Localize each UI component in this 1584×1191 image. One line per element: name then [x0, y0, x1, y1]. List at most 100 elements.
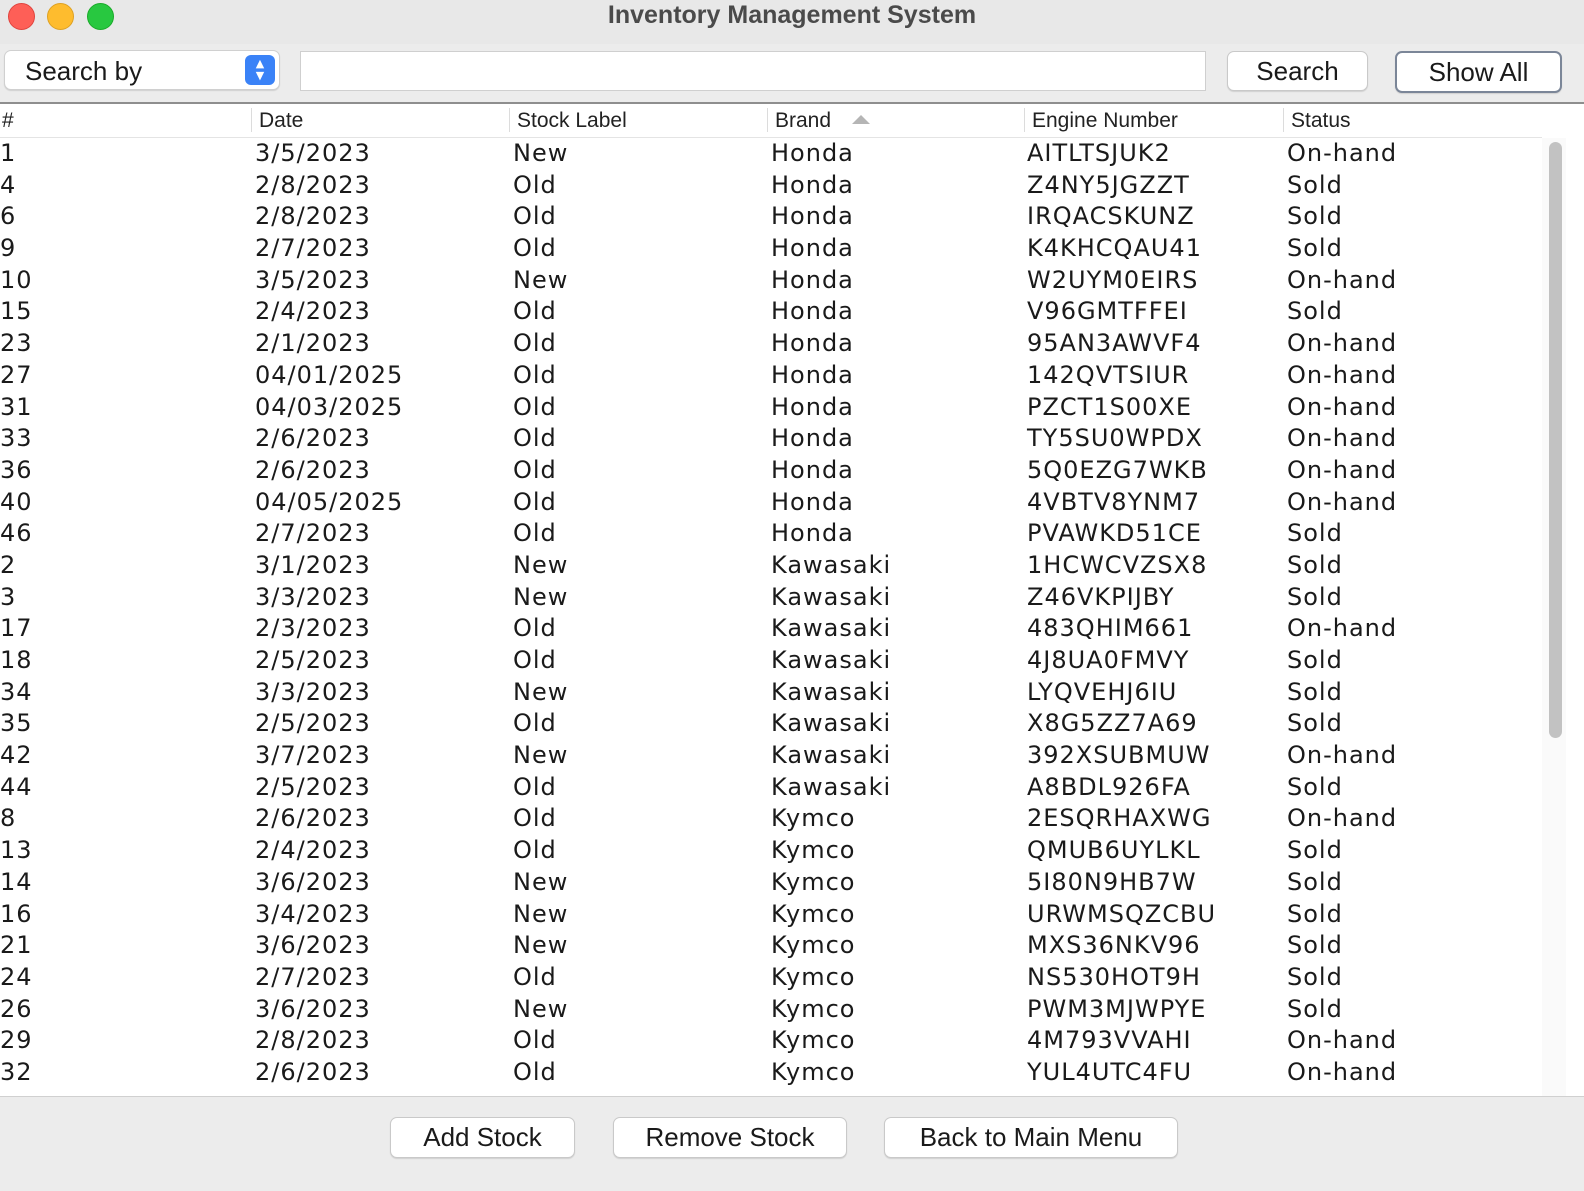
vertical-scrollbar[interactable]: [1542, 138, 1566, 1098]
cell-number: 9: [0, 234, 17, 263]
cell-stock-label: New: [513, 582, 569, 611]
table-row[interactable]: 18 2/5/2023 Old Kawasaki 4J8UA0FMVY Sold: [0, 645, 1542, 677]
table-row[interactable]: 14 3/6/2023 New Kymco 5I80N9HB7W Sold: [0, 867, 1542, 899]
table-row[interactable]: 3 3/3/2023 New Kawasaki Z46VKPIJBY Sold: [0, 582, 1542, 614]
search-button[interactable]: Search: [1227, 51, 1368, 91]
cell-stock-label: Old: [513, 487, 557, 516]
cell-brand: Kymco: [771, 962, 856, 991]
cell-brand: Kawasaki: [771, 709, 892, 738]
table-row[interactable]: 36 2/6/2023 Old Honda 5Q0EZG7WKB On-hand: [0, 455, 1542, 487]
cell-status: Sold: [1287, 202, 1343, 231]
cell-date: 2/5/2023: [255, 772, 371, 801]
add-stock-button[interactable]: Add Stock: [390, 1117, 575, 1158]
cell-engine-number: K4KHCQAU41: [1027, 234, 1202, 263]
remove-stock-button[interactable]: Remove Stock: [613, 1117, 847, 1158]
table-row[interactable]: 29 2/8/2023 Old Kymco 4M793VVAHI On-hand: [0, 1025, 1542, 1057]
table-row[interactable]: 6 2/8/2023 Old Honda IRQACSKUNZ Sold: [0, 201, 1542, 233]
cell-number: 8: [0, 804, 17, 833]
cell-brand: Kawasaki: [771, 646, 892, 674]
cell-status: On-hand: [1287, 424, 1398, 453]
title-bar: Inventory Management System: [0, 0, 1584, 45]
column-divider[interactable]: [1283, 108, 1284, 132]
cell-number: 24: [0, 962, 33, 991]
table-row[interactable]: 10 3/5/2023 New Honda W2UYM0EIRS On-hand: [0, 265, 1542, 297]
show-all-button[interactable]: Show All: [1395, 51, 1562, 93]
cell-stock-label: Old: [513, 170, 557, 199]
cell-brand: Kawasaki: [771, 677, 892, 706]
table-row[interactable]: 13 2/4/2023 Old Kymco QMUB6UYLKL Sold: [0, 835, 1542, 867]
table-row[interactable]: 35 2/5/2023 Old Kawasaki X8G5ZZ7A69 Sold: [0, 708, 1542, 740]
cell-status: On-hand: [1287, 265, 1398, 294]
scrollbar-thumb[interactable]: [1549, 142, 1562, 738]
table-row[interactable]: 40 04/05/2025 Old Honda 4VBTV8YNM7 On-hand: [0, 487, 1542, 519]
cell-status: On-hand: [1287, 360, 1398, 389]
cell-engine-number: V96GMTFFEI: [1027, 297, 1188, 326]
table-row[interactable]: 26 3/6/2023 New Kymco PWM3MJWPYE Sold: [0, 994, 1542, 1026]
table-row[interactable]: 24 2/7/2023 Old Kymco NS530HOT9H Sold: [0, 962, 1542, 994]
search-input[interactable]: [300, 51, 1206, 91]
cell-stock-label: Old: [513, 1057, 557, 1086]
cell-engine-number: 392XSUBMUW: [1027, 741, 1211, 770]
cell-number: 17: [0, 614, 33, 643]
column-header-date[interactable]: Date: [257, 104, 303, 137]
cell-date: 2/6/2023: [255, 804, 371, 833]
table-row[interactable]: 31 04/03/2025 Old Honda PZCT1S00XE On-hand: [0, 392, 1542, 424]
cell-engine-number: 4VBTV8YNM7: [1027, 487, 1201, 516]
search-by-dropdown[interactable]: Search by ▲ ▼: [4, 50, 280, 90]
cell-number: 35: [0, 709, 33, 738]
cell-status: On-hand: [1287, 487, 1398, 516]
column-header-number[interactable]: #: [0, 104, 14, 137]
table-row[interactable]: 15 2/4/2023 Old Honda V96GMTFFEI Sold: [0, 296, 1542, 328]
table-row[interactable]: 34 3/3/2023 New Kawasaki LYQVEHJ6IU Sold: [0, 677, 1542, 709]
table-row[interactable]: 33 2/6/2023 Old Honda TY5SU0WPDX On-hand: [0, 423, 1542, 455]
cell-engine-number: TY5SU0WPDX: [1027, 424, 1203, 453]
cell-status: Sold: [1287, 519, 1343, 548]
table-row[interactable]: 46 2/7/2023 Old Honda PVAWKD51CE Sold: [0, 518, 1542, 550]
cell-number: 4: [0, 170, 17, 199]
column-header-brand[interactable]: Brand: [773, 104, 831, 137]
cell-date: 04/01/2025: [255, 360, 404, 389]
table-row[interactable]: 9 2/7/2023 Old Honda K4KHCQAU41 Sold: [0, 233, 1542, 265]
column-divider[interactable]: [509, 108, 510, 132]
column-header-engine-number[interactable]: Engine Number: [1030, 104, 1178, 137]
cell-engine-number: X8G5ZZ7A69: [1027, 709, 1198, 738]
cell-number: 16: [0, 899, 33, 928]
cell-status: On-hand: [1287, 614, 1398, 643]
cell-date: 2/6/2023: [255, 424, 371, 453]
cell-number: 6: [0, 202, 17, 231]
table-row[interactable]: 8 2/6/2023 Old Kymco 2ESQRHAXWG On-hand: [0, 803, 1542, 835]
table-row[interactable]: 4 2/8/2023 Old Honda Z4NY5JGZZT Sold: [0, 170, 1542, 202]
cell-engine-number: URWMSQZCBU: [1027, 899, 1217, 928]
table-row[interactable]: 32 2/6/2023 Old Kymco YUL4UTC4FU On-hand: [0, 1057, 1542, 1089]
cell-engine-number: 4M793VVAHI: [1027, 1026, 1192, 1055]
column-divider[interactable]: [767, 108, 768, 132]
cell-date: 3/6/2023: [255, 931, 371, 960]
table-row[interactable]: 44 2/5/2023 Old Kawasaki A8BDL926FA Sold: [0, 772, 1542, 804]
cell-number: 15: [0, 297, 33, 326]
table-row[interactable]: 23 2/1/2023 Old Honda 95AN3AWVF4 On-hand: [0, 328, 1542, 360]
cell-stock-label: Old: [513, 202, 557, 231]
cell-number: 42: [0, 741, 33, 770]
column-divider[interactable]: [251, 108, 252, 132]
table-row[interactable]: 16 3/4/2023 New Kymco URWMSQZCBU Sold: [0, 899, 1542, 931]
cell-date: 2/5/2023: [255, 646, 371, 674]
cell-date: 2/5/2023: [255, 709, 371, 738]
cell-brand: Kymco: [771, 1057, 856, 1086]
cell-status: Sold: [1287, 836, 1343, 865]
table-row[interactable]: 1 3/5/2023 New Honda AITLTSJUK2 On-hand: [0, 138, 1542, 170]
table-row[interactable]: 42 3/7/2023 New Kawasaki 392XSUBMUW On-hand: [0, 740, 1542, 772]
table-row[interactable]: 2 3/1/2023 New Kawasaki 1HCWCVZSX8 Sold: [0, 550, 1542, 582]
cell-status: On-hand: [1287, 1057, 1398, 1086]
table-row[interactable]: 21 3/6/2023 New Kymco MXS36NKV96 Sold: [0, 930, 1542, 962]
table-row[interactable]: 17 2/3/2023 Old Kawasaki 483QHIM661 On-hand: [0, 613, 1542, 645]
table-row[interactable]: 27 04/01/2025 Old Honda 142QVTSIUR On-hand: [0, 360, 1542, 392]
back-to-main-menu-button[interactable]: Back to Main Menu: [884, 1117, 1178, 1158]
cell-engine-number: PVAWKD51CE: [1027, 519, 1202, 548]
cell-stock-label: Old: [513, 424, 557, 453]
column-divider[interactable]: [1024, 108, 1025, 132]
cell-stock-label: New: [513, 139, 569, 167]
column-header-stock-label[interactable]: Stock Label: [515, 104, 627, 137]
cell-number: 1: [0, 139, 17, 167]
column-header-status[interactable]: Status: [1289, 104, 1351, 137]
search-by-label: Search by: [25, 56, 143, 86]
